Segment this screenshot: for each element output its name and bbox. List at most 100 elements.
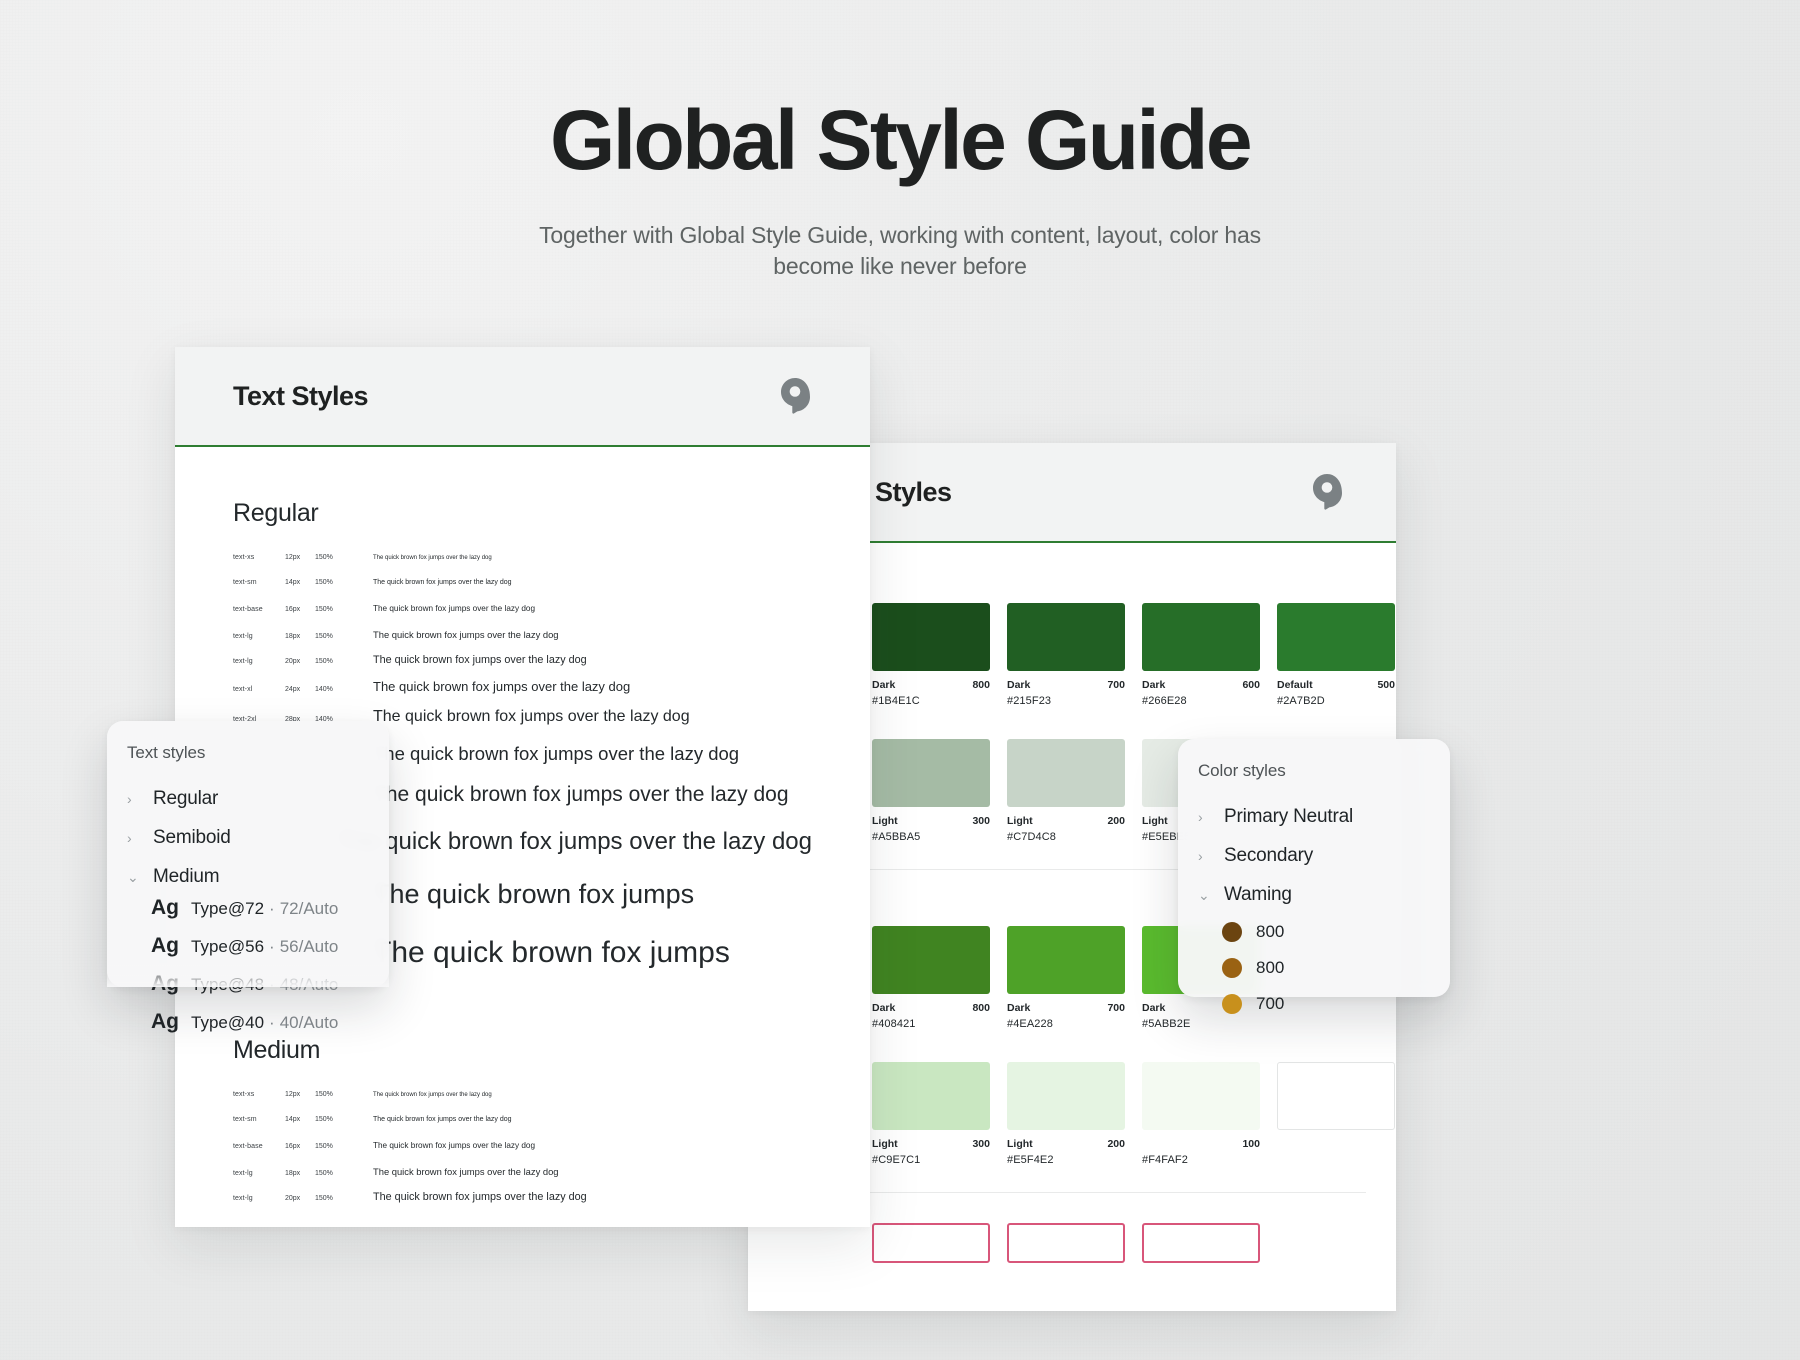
- swatch-step: 200: [1107, 815, 1125, 827]
- tree-item-secondary[interactable]: › Secondary: [1198, 836, 1450, 875]
- color-style-item[interactable]: 700: [1198, 986, 1450, 1022]
- pin-logo-icon: [1313, 474, 1342, 510]
- color-swatch-empty[interactable]: [1277, 1062, 1395, 1130]
- type-style-name: Type@40: [191, 1013, 265, 1032]
- type-size: 14px: [285, 579, 301, 586]
- color-swatch[interactable]: [872, 1062, 990, 1130]
- type-style-item[interactable]: Ag Type@72 · 72/Auto: [127, 896, 389, 934]
- type-sample: The quick brown fox jumps over the lazy …: [373, 604, 536, 613]
- text-card-title: Text Styles: [233, 380, 369, 411]
- page-subtitle: Together with Global Style Guide, workin…: [539, 222, 1261, 279]
- tree-item-medium[interactable]: ⌄ Medium: [127, 857, 389, 896]
- color-style-item[interactable]: 800: [1198, 914, 1450, 950]
- pin-logo-icon: [781, 378, 810, 414]
- swatch-step: 800: [972, 1002, 990, 1014]
- swatch-block[interactable]: Dark 700 #215F23: [1007, 603, 1125, 707]
- type-token: text-base: [233, 606, 263, 613]
- swatch-block[interactable]: Light 200 #E5F4E2: [1007, 1062, 1125, 1166]
- color-swatch[interactable]: [1142, 1062, 1260, 1130]
- tree-item-regular[interactable]: › Regular: [127, 779, 389, 818]
- swatch-block[interactable]: Light 300 #A5BBA5: [872, 739, 990, 843]
- color-dot-icon: [1222, 922, 1242, 942]
- type-size: 16px: [285, 606, 301, 613]
- swatch-step: 300: [972, 1138, 990, 1150]
- swatch-block[interactable]: 100 #F4FAF2: [1142, 1062, 1260, 1166]
- type-sample: The quick brown fox jumps over the lazy …: [373, 783, 789, 806]
- swatch-hex: #215F23: [1007, 695, 1052, 707]
- type-line-height: 140%: [315, 686, 333, 693]
- text-card-header: Text Styles: [175, 347, 870, 447]
- tree-item-semiboid[interactable]: › Semiboid: [127, 818, 389, 857]
- type-token: text-xl: [233, 686, 253, 693]
- ag-specimen: Ag: [151, 896, 179, 919]
- swatch-block[interactable]: Dark 600 #266E28: [1142, 603, 1260, 707]
- swatch-step: 200: [1107, 1138, 1125, 1150]
- swatch-name: Dark: [1007, 1002, 1031, 1014]
- type-line-height: 150%: [315, 1143, 333, 1150]
- swatch-name: Default: [1277, 679, 1313, 691]
- swatch-block[interactable]: Light 300 #C9E7C1: [872, 1062, 990, 1166]
- type-style-item[interactable]: Ag Type@48 · 48/Auto: [127, 972, 389, 1010]
- color-swatch[interactable]: [1007, 739, 1125, 807]
- tree-item-label: Regular: [153, 787, 219, 809]
- color-swatch[interactable]: [1007, 603, 1125, 671]
- type-token: text-lg: [233, 1195, 253, 1202]
- separator-dot: ·: [269, 975, 275, 994]
- style-guide-page: Global Style Guide Together with Global …: [0, 0, 1800, 1360]
- swatch-block[interactable]: Dark 800 #408421: [872, 926, 990, 1030]
- swatch-block-peek: [1277, 1223, 1395, 1263]
- color-swatch[interactable]: [872, 739, 990, 807]
- color-swatch-peek[interactable]: [872, 1223, 990, 1263]
- chevron-right-icon: ›: [127, 829, 132, 846]
- type-size: 18px: [285, 633, 301, 640]
- type-sample: The quick brown fox jumps over the lazy …: [373, 1141, 536, 1150]
- swatch-block[interactable]: Dark 700 #4EA228: [1007, 926, 1125, 1030]
- type-sample: The quick brown fox jumps over the lazy …: [373, 679, 631, 694]
- type-line-height: 150%: [315, 1091, 333, 1098]
- type-scale-row: text-sm 14px 150% The quick brown fox jumps…: [233, 579, 812, 601]
- type-scale-row: text-base 16px 150% The quick brown fox jum…: [233, 1141, 812, 1163]
- color-style-item[interactable]: 800: [1198, 950, 1450, 986]
- swatch-block[interactable]: Default 500 #2A7B2D: [1277, 603, 1395, 707]
- color-swatch[interactable]: [1007, 926, 1125, 994]
- type-line-height: 150%: [315, 1116, 333, 1123]
- type-style-name: Type@56: [191, 937, 265, 956]
- type-scale-row: text-xl 24px 140% The quick brown fox jumps…: [233, 679, 812, 705]
- color-swatch-peek[interactable]: [1142, 1223, 1260, 1263]
- swatch-block[interactable]: Light 200 #C7D4C8: [1007, 739, 1125, 843]
- color-styles-panel: Color styles › Primary Neutral › Seconda…: [1178, 739, 1450, 1014]
- text-panel-label: Text styles: [127, 743, 206, 762]
- tree-item-primary-neutral[interactable]: › Primary Neutral: [1198, 797, 1450, 836]
- type-line-height: 150%: [315, 579, 333, 586]
- color-swatch[interactable]: [1142, 603, 1260, 671]
- type-style-item[interactable]: Ag Type@56 · 56/Auto: [127, 934, 389, 972]
- color-swatch[interactable]: [872, 603, 990, 671]
- color-swatch[interactable]: [1007, 1062, 1125, 1130]
- color-swatch[interactable]: [1277, 603, 1395, 671]
- type-scale-row: text-base 16px 150% The quick brown fox jum…: [233, 604, 812, 626]
- swatch-block-peek[interactable]: [1007, 1223, 1125, 1263]
- color-swatch-peek[interactable]: [1007, 1223, 1125, 1263]
- swatch-hex: #F4FAF2: [1142, 1154, 1188, 1166]
- type-style-name: Type@72: [191, 899, 265, 918]
- type-sample: The quick brown fox jumps: [373, 879, 695, 909]
- tree-item-warning[interactable]: ⌄ Waming: [1198, 875, 1450, 914]
- swatch-block-peek[interactable]: [1142, 1223, 1260, 1263]
- type-style-item[interactable]: Ag Type@40 · 40/Auto: [127, 1010, 389, 1048]
- swatch-block-peek[interactable]: [872, 1223, 990, 1263]
- type-sample: The quick brown fox jumps over the lazy …: [373, 1092, 492, 1098]
- swatch-name: Dark: [1142, 1002, 1166, 1014]
- type-token: text-lg: [233, 633, 253, 640]
- type-sample: The quick brown fox jumps over the lazy …: [373, 654, 587, 666]
- swatch-block-empty[interactable]: [1277, 1062, 1395, 1166]
- swatch-hex: #C9E7C1: [872, 1154, 921, 1166]
- swatch-name: Light: [872, 1138, 898, 1150]
- type-scale-row: text-lg 18px 150% The quick brown fox jumps…: [233, 1166, 812, 1188]
- swatch-block[interactable]: Dark 800 #1B4E1C: [872, 603, 990, 707]
- swatch-step: 700: [1107, 1002, 1125, 1014]
- swatch-hex: #A5BBA5: [872, 831, 921, 843]
- type-line-height: 150%: [315, 1170, 333, 1177]
- type-scale-row: text-lg 20px 150% The quick brown fox jumps…: [233, 1191, 812, 1213]
- tree-item-label: Primary Neutral: [1224, 805, 1353, 827]
- color-swatch[interactable]: [872, 926, 990, 994]
